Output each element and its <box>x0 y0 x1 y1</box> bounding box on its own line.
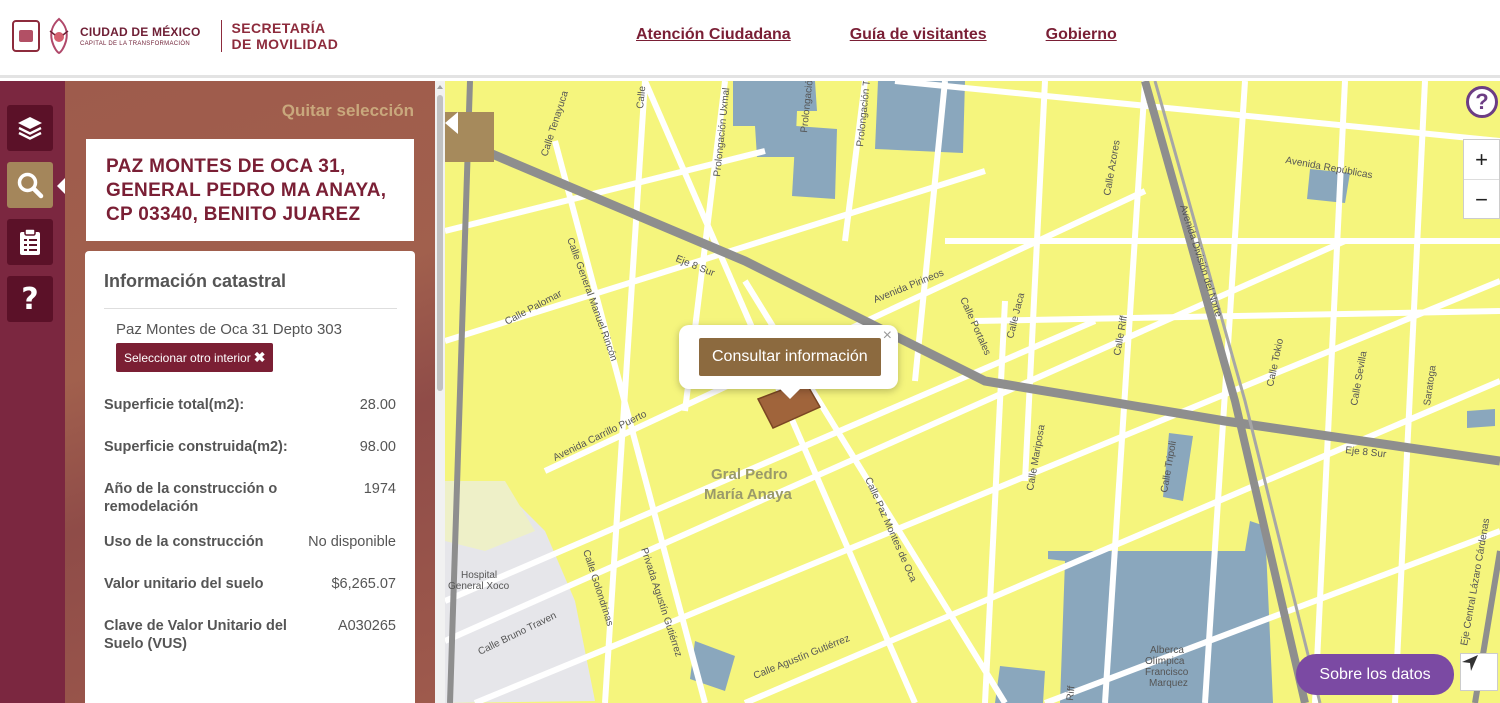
cadastral-info-card: Información catastral Paz Montes de Oca … <box>85 251 415 703</box>
map-label-neighborhood: María Anaya <box>704 486 792 503</box>
site-header: CIUDAD DE MÉXICO CAPITAL DE LA TRANSFORM… <box>0 0 1500 78</box>
map-label-neighborhood: Gral Pedro <box>711 466 788 483</box>
map-label-pool: Alberca <box>1150 645 1184 656</box>
help-rail-button[interactable]: ? <box>7 276 53 322</box>
address-line-2: GENERAL PEDRO MA ANAYA, <box>106 180 387 201</box>
row-label: Uso de la construcción <box>104 534 264 550</box>
map-label-pool: Francisco <box>1145 667 1189 678</box>
select-other-label: Seleccionar otro interior <box>124 350 251 365</box>
row-value: 1974 <box>363 481 396 497</box>
popup-close-button[interactable]: × <box>883 327 892 345</box>
map-help-button[interactable]: ? <box>1466 86 1498 118</box>
report-button[interactable] <box>7 219 53 265</box>
tool-rail: ? <box>0 81 65 703</box>
address-card: PAZ MONTES DE OCA 31, GENERAL PEDRO MA A… <box>86 139 414 241</box>
info-panel: Quitar selección PAZ MONTES DE OCA 31, G… <box>65 81 435 703</box>
panel-scrollbar[interactable] <box>435 81 445 703</box>
map-canvas: Gral Pedro María Anaya Hospital General … <box>445 81 1500 703</box>
semovi-line1: SECRETARÍA <box>231 20 326 36</box>
map-view[interactable]: Gral Pedro María Anaya Hospital General … <box>445 81 1500 703</box>
location-arrow-icon <box>1462 655 1478 671</box>
clipboard-icon <box>20 228 40 255</box>
search-icon <box>17 172 44 199</box>
help-icon: ? <box>21 281 39 317</box>
info-row: Superficie total(m2): 28.00 <box>104 396 396 414</box>
row-label: Valor unitario del suelo <box>104 576 264 592</box>
map-label-hospital: General Xoco <box>448 581 510 592</box>
info-title: Información catastral <box>104 271 287 291</box>
semovi-line2: DE MOVILIDAD <box>231 36 339 52</box>
nav-atencion-ciudadana[interactable]: Atención Ciudadana <box>636 26 791 44</box>
divider <box>104 308 397 309</box>
map-label-pool: Olímpica <box>1145 656 1185 667</box>
row-value: $6,265.07 <box>331 576 396 592</box>
map-label-street: Riff <box>1065 685 1078 701</box>
zoom-control: + − <box>1463 139 1500 219</box>
active-indicator-icon <box>57 178 65 194</box>
chevron-left-icon <box>445 112 458 134</box>
clear-selection-link[interactable]: Quitar selección <box>282 101 414 121</box>
logo-divider <box>220 20 222 52</box>
locate-button[interactable] <box>1460 653 1498 691</box>
map-label-hospital: Hospital <box>461 570 497 581</box>
cdmx-subtitle: CAPITAL DE LA TRANSFORMACIÓN <box>80 41 190 47</box>
semovi-title: SECRETARÍA DE MOVILIDAD <box>232 20 339 52</box>
address-line-1: PAZ MONTES DE OCA 31, <box>106 156 346 177</box>
search-button[interactable] <box>7 162 53 208</box>
select-other-interior-button[interactable]: Seleccionar otro interior ✖ <box>116 343 274 372</box>
collapse-panel-button[interactable] <box>445 112 494 162</box>
scroll-thumb[interactable] <box>437 95 443 391</box>
row-value: No disponible <box>308 534 396 550</box>
row-label: Clave de Valor Unitario del Suelo (VUS) <box>104 618 287 652</box>
top-nav: Atención Ciudadana Guía de visitantes Go… <box>636 26 1117 44</box>
blue-zone <box>875 81 965 153</box>
row-label: Superficie total(m2): <box>104 397 245 413</box>
cdmx-seal-icon <box>12 20 40 52</box>
map-label-pool: Marquez <box>1149 678 1188 689</box>
consult-info-button[interactable]: Consultar información <box>699 338 881 376</box>
cdmx-name: CIUDAD DE MÉXICO <box>80 25 201 39</box>
layers-icon <box>18 117 42 140</box>
info-row: Valor unitario del suelo $6,265.07 <box>104 575 396 593</box>
layers-button[interactable] <box>7 105 53 151</box>
info-row: Año de la construcción o remodelación 19… <box>104 480 396 516</box>
cdmx-logo[interactable]: CIUDAD DE MÉXICO CAPITAL DE LA TRANSFORM… <box>12 16 338 56</box>
interior-name: Paz Montes de Oca 31 Depto 303 <box>116 321 342 338</box>
blue-zone <box>1467 409 1495 428</box>
address-line-3: CP 03340, BENITO JUAREZ <box>106 204 361 225</box>
info-row: Superficie construida(m2): 98.00 <box>104 438 396 456</box>
info-row: Clave de Valor Unitario del Suelo (VUS) … <box>104 617 396 653</box>
info-row: Uso de la construcción No disponible <box>104 533 396 551</box>
nav-gobierno[interactable]: Gobierno <box>1046 26 1117 44</box>
about-data-button[interactable]: Sobre los datos <box>1296 654 1454 695</box>
close-icon: ✖ <box>253 349 266 365</box>
zoom-out-button[interactable]: − <box>1464 180 1499 219</box>
row-value: A030265 <box>337 618 396 634</box>
row-value: 98.00 <box>359 439 396 455</box>
row-label: Año de la construcción o remodelación <box>104 481 278 515</box>
row-label: Superficie construida(m2): <box>104 439 288 455</box>
crest-icon <box>49 17 69 55</box>
nav-guia-visitantes[interactable]: Guía de visitantes <box>850 26 987 44</box>
row-value: 28.00 <box>359 397 396 413</box>
scroll-up-icon[interactable] <box>437 85 443 89</box>
map-popup: × Consultar información <box>679 325 898 399</box>
zoom-in-button[interactable]: + <box>1464 140 1499 180</box>
blue-zone <box>792 126 837 199</box>
